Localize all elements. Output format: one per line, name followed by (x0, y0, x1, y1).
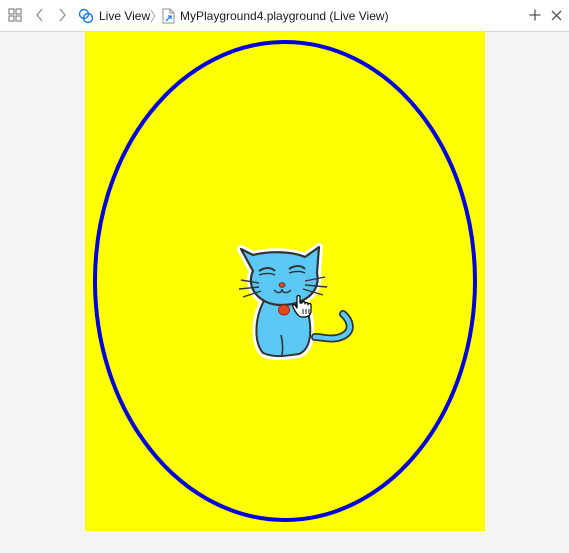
forward-button[interactable] (53, 6, 71, 24)
add-editor-button[interactable] (526, 6, 544, 24)
breadcrumb-separator (149, 8, 157, 24)
live-view-canvas[interactable] (85, 31, 485, 531)
chevron-left-icon (36, 8, 43, 22)
breadcrumb-label: Live View (99, 9, 151, 23)
jump-bar: Live View MyPlayground4.playground (Live… (0, 0, 569, 32)
close-icon (551, 10, 561, 20)
live-view-rings-icon (78, 8, 94, 24)
plus-icon (529, 9, 541, 21)
back-button[interactable] (31, 6, 49, 24)
breadcrumb-label: MyPlayground4.playground (Live View) (180, 9, 389, 23)
breadcrumb-playground-file[interactable]: MyPlayground4.playground (Live View) (162, 7, 389, 25)
breadcrumb-live-view[interactable]: Live View (78, 7, 150, 25)
close-editor-button[interactable] (547, 6, 565, 24)
chevron-right-icon (59, 8, 66, 22)
grid-icon[interactable] (6, 6, 24, 24)
playground-live-view-window: Live View MyPlayground4.playground (Live… (0, 0, 569, 553)
playground-file-icon (162, 8, 175, 24)
live-view-drawing (85, 31, 485, 531)
